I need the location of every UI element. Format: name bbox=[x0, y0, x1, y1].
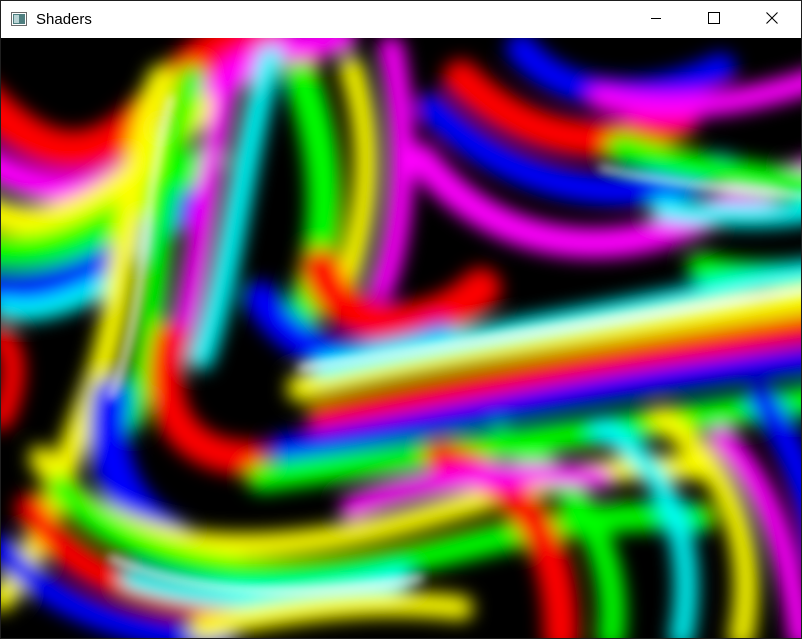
window-app-icon bbox=[11, 12, 27, 26]
minimize-button[interactable] bbox=[633, 1, 679, 38]
app-window: Shaders bbox=[0, 0, 802, 639]
maximize-icon bbox=[708, 11, 720, 29]
shader-output bbox=[1, 38, 801, 638]
shader-canvas[interactable] bbox=[1, 38, 801, 638]
close-button[interactable] bbox=[749, 1, 795, 38]
title-bar[interactable]: Shaders bbox=[1, 1, 801, 38]
close-icon bbox=[766, 11, 778, 29]
window-title: Shaders bbox=[36, 11, 92, 28]
maximize-button[interactable] bbox=[691, 1, 737, 38]
minimize-icon bbox=[650, 11, 662, 29]
